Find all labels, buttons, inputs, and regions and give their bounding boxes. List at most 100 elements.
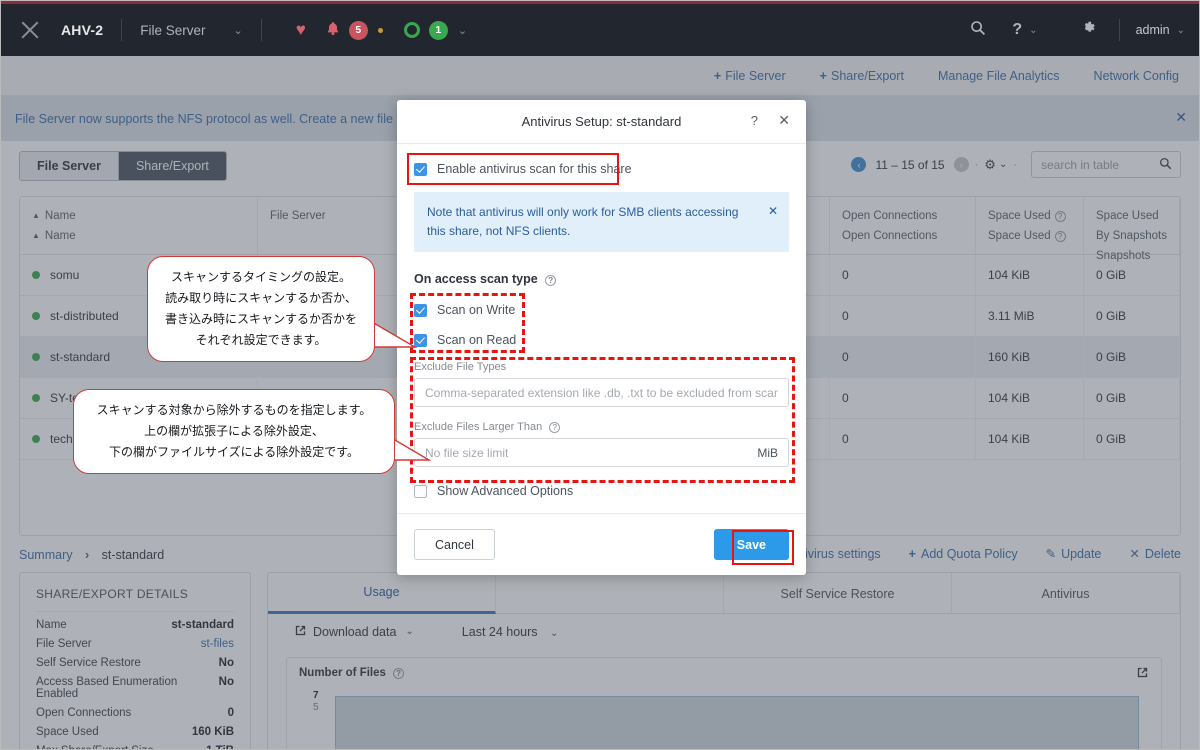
column-label: Space Used (988, 230, 1051, 242)
detail-value[interactable]: st-files (201, 638, 234, 650)
action-label: Add Quota Policy (920, 546, 1018, 561)
checkbox-show-advanced-options[interactable] (414, 484, 427, 498)
exclude-file-types-input[interactable]: Comma-separated extension like .db, .txt… (414, 378, 789, 407)
status-dot-icon (32, 312, 40, 320)
chevron-down-icon[interactable]: ⌄ (1177, 25, 1185, 36)
chevron-down-icon[interactable]: ⌄ (999, 159, 1007, 170)
search-icon[interactable] (1159, 157, 1172, 173)
subnav-link-manage-file-analytics[interactable]: Manage File Analytics (938, 69, 1060, 83)
sort-ascending-icon: ▲ (32, 211, 40, 220)
show-advanced-options-row[interactable]: Show Advanced Options (414, 484, 789, 498)
cell-space-used: 104 KiB (976, 254, 1084, 296)
cell-space-used-by-snapshots: 0 GiB (1084, 377, 1180, 419)
close-icon[interactable] (19, 19, 41, 41)
save-button[interactable]: Save (713, 529, 789, 560)
cluster-name[interactable]: AHV-2 (61, 22, 103, 38)
heart-health-icon[interactable]: ♥ (296, 20, 306, 40)
chart-title: Number of Files ? (299, 667, 405, 679)
chevron-down-icon[interactable]: ⌄ (458, 24, 467, 37)
close-icon[interactable]: ✕ (778, 112, 790, 129)
chevron-down-icon[interactable]: ⌄ (550, 628, 558, 639)
status-dot-icon (32, 271, 40, 279)
detail-key: Max Share/Export Size (36, 745, 154, 749)
help-icon[interactable]: ? (1054, 211, 1066, 222)
table-toolbar: ‹ 11 – 15 of 15 › · ⚙ ⌄ · search in tabl… (851, 151, 1181, 178)
breadcrumb-root[interactable]: Summary (19, 548, 72, 562)
y-axis-tick-max: 7 (313, 690, 319, 701)
detail-row: Self Service Restore No (36, 650, 234, 669)
context-selector-label[interactable]: File Server (140, 23, 205, 38)
next-page-button[interactable]: › (953, 157, 969, 172)
action-add-quota-policy[interactable]: + Add Quota Policy (909, 547, 1018, 561)
help-icon[interactable]: ? (545, 275, 557, 286)
previous-page-button[interactable]: ‹ (851, 157, 867, 172)
column-header-open-connections[interactable]: Open Connections Open Connections (830, 197, 976, 254)
user-menu-label[interactable]: admin (1136, 23, 1170, 37)
close-icon[interactable]: ✕ (1175, 109, 1187, 126)
column-header-space-used-by-snapshots[interactable]: Space Used By Snapshots Snapshots (1084, 197, 1180, 262)
expand-chart-icon[interactable] (1136, 666, 1149, 682)
action-delete[interactable]: ✕ Delete (1129, 546, 1181, 561)
bell-icon[interactable] (326, 21, 340, 40)
task-count-badge[interactable]: 1 (428, 20, 448, 40)
status-dot-icon (32, 394, 40, 402)
tab-file-server[interactable]: File Server (19, 151, 119, 181)
search-icon[interactable] (970, 20, 986, 41)
column-label: Open Connections (842, 230, 938, 242)
entity-type-toggle: File Server Share/Export (19, 151, 227, 181)
alert-count-badge[interactable]: 5 (348, 20, 368, 40)
help-icon[interactable]: ? (1054, 231, 1066, 242)
row-action-bar: Antivirus settings + Add Quota Policy ✎ Up… (758, 546, 1181, 562)
time-range-selector[interactable]: Last 24 hours ⌄ (462, 625, 559, 639)
share-name: st-standard (50, 350, 111, 364)
status-dot-icon (32, 435, 40, 443)
exclude-size-placeholder: No file size limit (425, 445, 509, 460)
subnav-link-network-config[interactable]: Network Config (1094, 69, 1179, 83)
number-of-files-chart: Number of Files ? 7 5 0 03:13 PM06:00 PM… (286, 657, 1162, 749)
help-icon[interactable]: ? (549, 422, 561, 433)
task-progress-ring-icon[interactable] (403, 22, 420, 38)
chart-plot-area (335, 696, 1139, 749)
close-icon[interactable]: ✕ (768, 202, 778, 221)
exclude-files-larger-than-input[interactable]: No file size limit MiB (414, 438, 789, 467)
subnav-link-share-export[interactable]: + Share/Export (820, 69, 904, 83)
breadcrumb-separator: › (84, 548, 90, 562)
gear-icon[interactable]: ⚙ (984, 157, 996, 173)
breadcrumb: Summary › st-standard (19, 548, 164, 562)
tab-antivirus[interactable]: Antivirus (952, 573, 1180, 614)
plus-icon: + (819, 68, 827, 83)
chevron-down-icon[interactable]: ⌄ (1029, 25, 1037, 36)
tab-usage[interactable]: Usage (268, 573, 496, 614)
subnav-link-file-server[interactable]: + File Server (714, 69, 786, 83)
cancel-button[interactable]: Cancel (414, 529, 495, 560)
detail-value: No (218, 676, 234, 688)
action-update[interactable]: ✎ Update (1046, 546, 1102, 561)
download-data-button[interactable]: Download data ⌄ (294, 624, 414, 640)
cell-space-used-by-snapshots: 0 GiB (1084, 336, 1180, 378)
callout2-line2: 上の欄が拡張子による除外設定、 (144, 424, 324, 438)
chevron-down-icon[interactable]: ⌄ (405, 626, 413, 637)
on-access-scan-type-label: On access scan type ? (414, 272, 789, 286)
tab-self-service-restore[interactable]: Self Service Restore (724, 573, 952, 614)
detail-row: Name st-standard (36, 612, 234, 631)
enable-antivirus-checkbox-row[interactable]: Enable antivirus scan for this share (414, 162, 789, 176)
checkbox-enable-antivirus[interactable] (414, 162, 427, 176)
gear-icon[interactable] (1080, 19, 1097, 41)
cell-open-connections: 0 (830, 418, 976, 460)
help-icon[interactable]: ? (1012, 21, 1022, 39)
detail-key: File Server (36, 638, 92, 650)
note-text: Note that antivirus will only work for S… (427, 205, 739, 238)
search-input[interactable]: search in table (1031, 151, 1181, 178)
help-icon[interactable]: ? (393, 668, 405, 679)
scan-on-write-row[interactable]: Scan on Write (414, 303, 789, 317)
usage-card: Usage Self Service Restore Antivirus Dow… (267, 572, 1181, 749)
cell-open-connections: 0 (830, 254, 976, 296)
cell-space-used-by-snapshots: 0 GiB (1084, 254, 1180, 296)
column-header-name[interactable]: ▲ Name ▲ Name (20, 197, 258, 254)
tab-blank[interactable] (496, 573, 724, 614)
scan-on-read-row[interactable]: Scan on Read (414, 333, 789, 347)
chevron-down-icon[interactable]: ⌄ (234, 24, 243, 37)
column-header-space-used[interactable]: Space Used? Space Used? (976, 197, 1084, 254)
help-icon[interactable]: ? (751, 113, 758, 128)
tab-share-export[interactable]: Share/Export (118, 151, 227, 181)
